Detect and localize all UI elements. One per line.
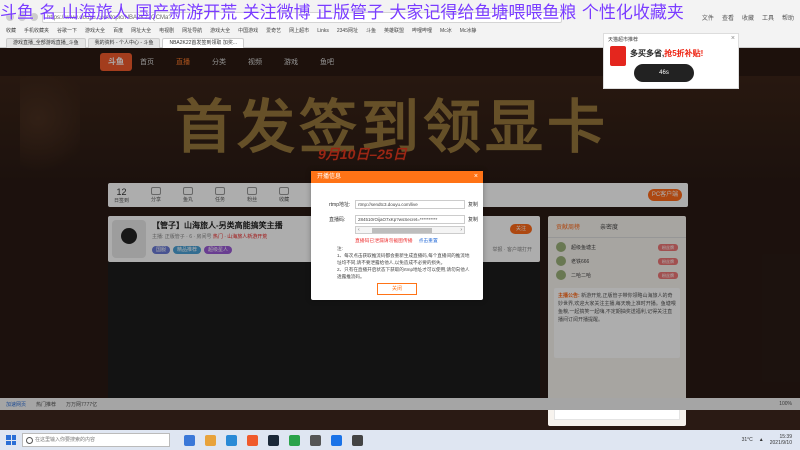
rtmp-label: rtmp地址:: [329, 202, 351, 208]
modal-header: 开播信息 ×: [311, 171, 483, 183]
bookmark-item[interactable]: Links: [317, 28, 329, 34]
copy-rtmp-button[interactable]: 复制: [468, 201, 478, 208]
code-label: 直播码:: [329, 217, 346, 223]
windows-taskbar: 在这里输入你要搜索的内容 31°C ▲ 15:39 2021/9/10: [0, 430, 800, 450]
tab-nba2k22[interactable]: NBA2K22首发签到领取 加奖...: [162, 38, 244, 48]
windows-start-icon[interactable]: [6, 435, 16, 445]
reset-link[interactable]: 点击重置: [419, 239, 438, 244]
close-icon[interactable]: ×: [731, 35, 735, 42]
bookmark-item[interactable]: 游戏大全: [210, 27, 230, 34]
leak-warning: 直播码已泄漏请勿截图传播 点击重置: [355, 237, 438, 244]
tab-game-live[interactable]: 游戏直播_全部游戏直播_斗鱼: [6, 38, 86, 48]
notes-title: 注:: [337, 246, 343, 251]
scroll-right-icon[interactable]: ›: [460, 227, 462, 233]
stream-info-modal: 开播信息 × rtmp地址: rtmp://sendtc3.douyu.com/…: [311, 171, 483, 300]
bookmark-item[interactable]: 网址大全: [131, 27, 151, 34]
bookmark-item[interactable]: 百度: [113, 27, 123, 34]
ad-text-highlight: 抢5折补贴!: [664, 49, 704, 58]
settings-icon[interactable]: [352, 434, 363, 446]
taskbar-apps: [184, 434, 363, 446]
weather[interactable]: 31°C: [742, 437, 753, 443]
danmu-overlay-text: 斗鱼 名 山海旅人 国产新游开荒 关注微博 正版管子 大家记得给鱼塘喂喂鱼粮 个…: [0, 3, 684, 22]
bookmark-item[interactable]: Mc冰静: [460, 27, 477, 34]
bookmark-item[interactable]: 谷歌一下: [57, 27, 77, 34]
red-envelope-icon: [610, 46, 626, 66]
bookmark-item[interactable]: 英雄联盟: [384, 27, 404, 34]
copy-code-button[interactable]: 复制: [468, 216, 478, 223]
note-item: 1、每次点击获取推流码都会重新生成直播码,每个直播间的推流地址均不同,请不要泄露…: [337, 253, 470, 265]
close-icon[interactable]: ×: [474, 171, 478, 183]
ad-title: 天猫超市推荐: [608, 37, 639, 43]
ad-popup[interactable]: 天猫超市推荐 × 多买多省,抢5折补贴! 46s: [603, 33, 739, 89]
close-modal-button[interactable]: 关闭: [377, 283, 417, 295]
stream-code-field[interactable]: 284510rOijaO7xKp?wsSecret=**********: [355, 215, 465, 224]
bookmark-item[interactable]: 游戏大全: [85, 27, 105, 34]
tab-profile[interactable]: 我的资料 - 个人中心 - 斗鱼: [87, 38, 161, 48]
douyu-app-icon[interactable]: [247, 434, 258, 446]
bookmark-item[interactable]: 哔哩哔哩: [412, 27, 432, 34]
bookmark-item[interactable]: 网址导航: [182, 27, 202, 34]
file-explorer-icon[interactable]: [205, 434, 216, 446]
scrollbar-thumb[interactable]: [372, 228, 432, 233]
system-tray: 31°C ▲ 15:39 2021/9/10: [742, 434, 800, 446]
modal-title: 开播信息: [317, 174, 342, 180]
bookmark-item[interactable]: 中国游戏: [238, 27, 258, 34]
bookmark-item[interactable]: Mc冰: [440, 27, 452, 34]
code-row: 直播码: 284510rOijaO7xKp?wsSecret=*********…: [329, 215, 478, 224]
scroll-left-icon[interactable]: ‹: [358, 227, 360, 233]
rtmp-address-field[interactable]: rtmp://sendtc3.douyu.com/live: [355, 200, 465, 209]
note-item: 2、只有在直播开启状态下获取的rtmp地址才可以使用,请勿向他人透露推流码。: [337, 267, 470, 279]
horizontal-scrollbar[interactable]: ‹ ›: [355, 226, 465, 234]
bookmark-item[interactable]: 手机收藏夹: [24, 27, 49, 34]
bookmark-item[interactable]: 网上超市: [289, 27, 309, 34]
bookmark-item[interactable]: 2345网址: [337, 27, 358, 34]
bookmark-item[interactable]: 电视剧: [159, 27, 174, 34]
modal-notes: 注: 1、每次点击获取推流码都会重新生成直播码,每个直播间的推流地址均不同,请不…: [337, 245, 471, 280]
obs-icon[interactable]: [310, 434, 321, 446]
edge-icon[interactable]: [226, 434, 237, 446]
ad-countdown: 46s: [634, 64, 694, 82]
network-icon[interactable]: ▲: [759, 437, 764, 443]
ad-text-prefix: 多买多省,: [630, 49, 665, 58]
rtmp-row: rtmp地址: rtmp://sendtc3.douyu.com/live 复制: [329, 200, 478, 209]
steam-icon[interactable]: [268, 434, 279, 446]
taskbar-search[interactable]: 在这里输入你要搜索的内容: [22, 433, 170, 447]
bookmark-item[interactable]: 爱奇艺: [266, 27, 281, 34]
wechat-icon[interactable]: [289, 434, 300, 446]
warning-text: 直播码已泄漏请勿截图传播: [355, 239, 413, 244]
task-view-icon[interactable]: [184, 434, 195, 446]
bookmark-item[interactable]: 斗鱼: [366, 27, 376, 34]
ad-text: 多买多省,抢5折补贴!: [630, 48, 703, 59]
browser-icon[interactable]: [331, 434, 342, 446]
bookmark-item[interactable]: 收藏: [6, 27, 16, 34]
date: 2021/9/10: [769, 440, 792, 446]
clock[interactable]: 15:39 2021/9/10: [770, 434, 792, 446]
